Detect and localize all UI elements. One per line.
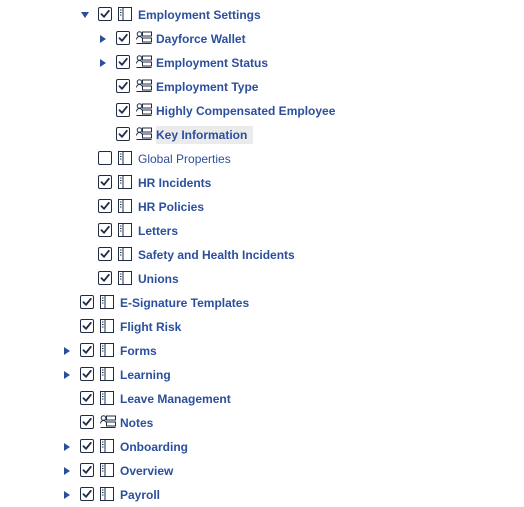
tree-item-label: Notes: [120, 416, 154, 430]
tree-item-label: Payroll: [120, 488, 161, 502]
expand-arrow-right-icon[interactable]: [64, 491, 70, 499]
checkbox-checked[interactable]: [98, 175, 112, 189]
checkbox-checked[interactable]: [80, 487, 94, 501]
checkbox-checked[interactable]: [98, 271, 112, 285]
list-panel-icon: [100, 343, 114, 362]
list-panel-icon: [100, 439, 114, 458]
tree-item-label: Learning: [120, 368, 171, 382]
expand-arrow-right-icon[interactable]: [64, 371, 70, 379]
expand-arrow-right-icon[interactable]: [100, 59, 106, 67]
list-panel-icon: [118, 151, 132, 170]
checkbox-checked[interactable]: [98, 199, 112, 213]
form-panel-icon: [136, 127, 152, 146]
checkbox-checked[interactable]: [80, 319, 94, 333]
checkbox-checked[interactable]: [116, 79, 130, 93]
expand-arrow-right-icon[interactable]: [64, 443, 70, 451]
list-panel-icon: [100, 391, 114, 410]
tree-item-label: Forms: [120, 344, 157, 358]
tree-item-label: E-Signature Templates: [120, 296, 250, 310]
list-panel-icon: [100, 487, 114, 506]
tree-item-label: Letters: [138, 224, 179, 238]
list-panel-icon: [100, 295, 114, 314]
checkbox-checked[interactable]: [116, 55, 130, 69]
list-panel-icon: [118, 271, 132, 290]
tree-item-label: Unions: [138, 272, 179, 286]
tree-item-label: Dayforce Wallet: [156, 32, 246, 46]
list-panel-icon: [118, 223, 132, 242]
tree-item-label: Safety and Health Incidents: [138, 248, 295, 262]
list-panel-icon: [118, 175, 132, 194]
form-panel-icon: [136, 103, 152, 122]
tree-item-label: HR Policies: [138, 200, 205, 214]
expand-arrow-right-icon[interactable]: [64, 347, 70, 355]
checkbox-checked[interactable]: [98, 223, 112, 237]
checkbox-checked[interactable]: [80, 367, 94, 381]
list-panel-icon: [100, 319, 114, 338]
form-panel-icon: [100, 415, 116, 434]
tree-item-label: Flight Risk: [120, 320, 182, 334]
expand-arrow-down-icon[interactable]: [81, 12, 89, 18]
tree-item-label: Global Properties: [138, 152, 231, 166]
expand-arrow-right-icon[interactable]: [64, 467, 70, 475]
checkbox-unchecked[interactable]: [98, 151, 112, 165]
tree-item-label: Employment Type: [156, 80, 259, 94]
checkbox-checked[interactable]: [80, 343, 94, 357]
checkbox-checked[interactable]: [116, 31, 130, 45]
checkbox-checked[interactable]: [80, 295, 94, 309]
tree-item-label: Employment Status: [156, 56, 269, 70]
form-panel-icon: [136, 79, 152, 98]
expand-arrow-right-icon[interactable]: [100, 35, 106, 43]
permissions-tree: Employment Settings Dayforce Wallet Employ…: [0, 0, 524, 507]
form-panel-icon: [136, 31, 152, 50]
tree-item-label: Highly Compensated Employee: [156, 104, 336, 118]
list-panel-icon: [118, 7, 132, 26]
checkbox-checked[interactable]: [98, 7, 112, 21]
checkbox-checked[interactable]: [80, 415, 94, 429]
tree-item-label: HR Incidents: [138, 176, 212, 190]
checkbox-checked[interactable]: [116, 127, 130, 141]
tree-item-label: Overview: [120, 464, 174, 478]
checkbox-checked[interactable]: [80, 439, 94, 453]
list-panel-icon: [100, 463, 114, 482]
form-panel-icon: [136, 55, 152, 74]
tree-item-label: Employment Settings: [138, 8, 261, 22]
tree-item-label: Key Information: [156, 126, 254, 144]
checkbox-checked[interactable]: [98, 247, 112, 261]
checkbox-checked[interactable]: [80, 391, 94, 405]
list-panel-icon: [118, 247, 132, 266]
tree-item-label: Leave Management: [120, 392, 231, 406]
checkbox-checked[interactable]: [80, 463, 94, 477]
list-panel-icon: [118, 199, 132, 218]
checkbox-checked[interactable]: [116, 103, 130, 117]
list-panel-icon: [100, 367, 114, 386]
tree-item-label: Onboarding: [120, 440, 188, 454]
